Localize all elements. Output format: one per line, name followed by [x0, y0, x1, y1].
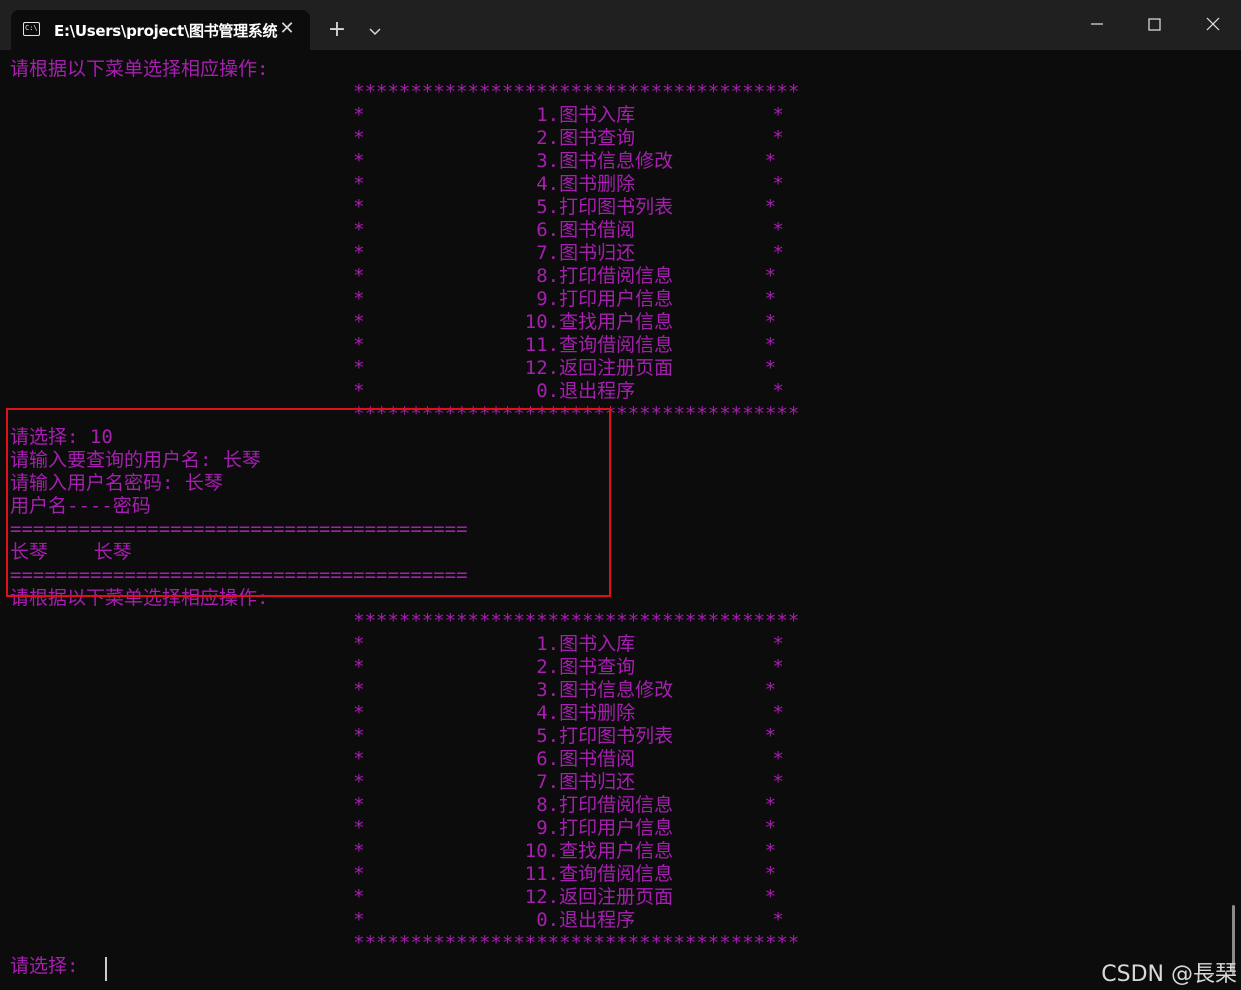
minimize-icon[interactable] [1068, 0, 1126, 48]
console-line: *************************************** [10, 932, 800, 954]
console-line: *************************************** [10, 610, 800, 632]
console-line: * 11.查询借阅信息 * [10, 334, 777, 356]
console-line: * 0.退出程序 * [10, 380, 784, 402]
watermark: CSDN @長琹 [1101, 962, 1237, 987]
console-line: * 9.打印用户信息 * [10, 817, 777, 839]
plus-icon[interactable]: + [322, 16, 352, 46]
console-line: * 6.图书借阅 * [10, 748, 784, 770]
console-line: * 7.图书归还 * [10, 771, 784, 793]
console-line: * 8.打印借阅信息 * [10, 265, 777, 287]
console-line: * 0.退出程序 * [10, 909, 784, 931]
text-cursor [105, 957, 107, 981]
highlight-box [6, 408, 611, 597]
console-line: * 8.打印借阅信息 * [10, 794, 777, 816]
terminal-icon: C:\ [23, 22, 40, 36]
console-line: * 5.打印图书列表 * [10, 196, 777, 218]
console-line: * 3.图书信息修改 * [10, 150, 777, 172]
console-line: * 10.查找用户信息 * [10, 840, 777, 862]
console-line: * 1.图书入库 * [10, 633, 784, 655]
console-line: * 5.打印图书列表 * [10, 725, 777, 747]
console-line: * 6.图书借阅 * [10, 219, 784, 241]
console-line: 请根据以下菜单选择相应操作: [10, 58, 269, 80]
console-line: * 11.查询借阅信息 * [10, 863, 777, 885]
maximize-icon[interactable] [1126, 0, 1184, 48]
console-line: * 1.图书入库 * [10, 104, 784, 126]
terminal-window: C:\ E:\Users\project\图书管理系统 ✕ + 请根据以下菜单选… [0, 0, 1241, 990]
console-line: * 4.图书删除 * [10, 173, 784, 195]
close-window-icon[interactable] [1184, 0, 1241, 48]
console-line: * 2.图书查询 * [10, 656, 784, 678]
console-line: *************************************** [10, 81, 800, 103]
terminal-tab[interactable]: C:\ E:\Users\project\图书管理系统 ✕ [11, 10, 310, 50]
console-line: 请选择: [10, 955, 90, 977]
console-line: * 2.图书查询 * [10, 127, 784, 149]
console-line: * 4.图书删除 * [10, 702, 784, 724]
console-line: * 7.图书归还 * [10, 242, 784, 264]
console-line: * 12.返回注册页面 * [10, 886, 777, 908]
console-line: * 9.打印用户信息 * [10, 288, 777, 310]
console-line: * 12.返回注册页面 * [10, 357, 777, 379]
chevron-down-icon[interactable] [362, 16, 388, 46]
close-icon[interactable]: ✕ [275, 17, 299, 41]
console-line: * 10.查找用户信息 * [10, 311, 777, 333]
title-bar: C:\ E:\Users\project\图书管理系统 ✕ + [0, 0, 1241, 50]
tab-title: E:\Users\project\图书管理系统 [54, 22, 278, 40]
console-line: * 3.图书信息修改 * [10, 679, 777, 701]
